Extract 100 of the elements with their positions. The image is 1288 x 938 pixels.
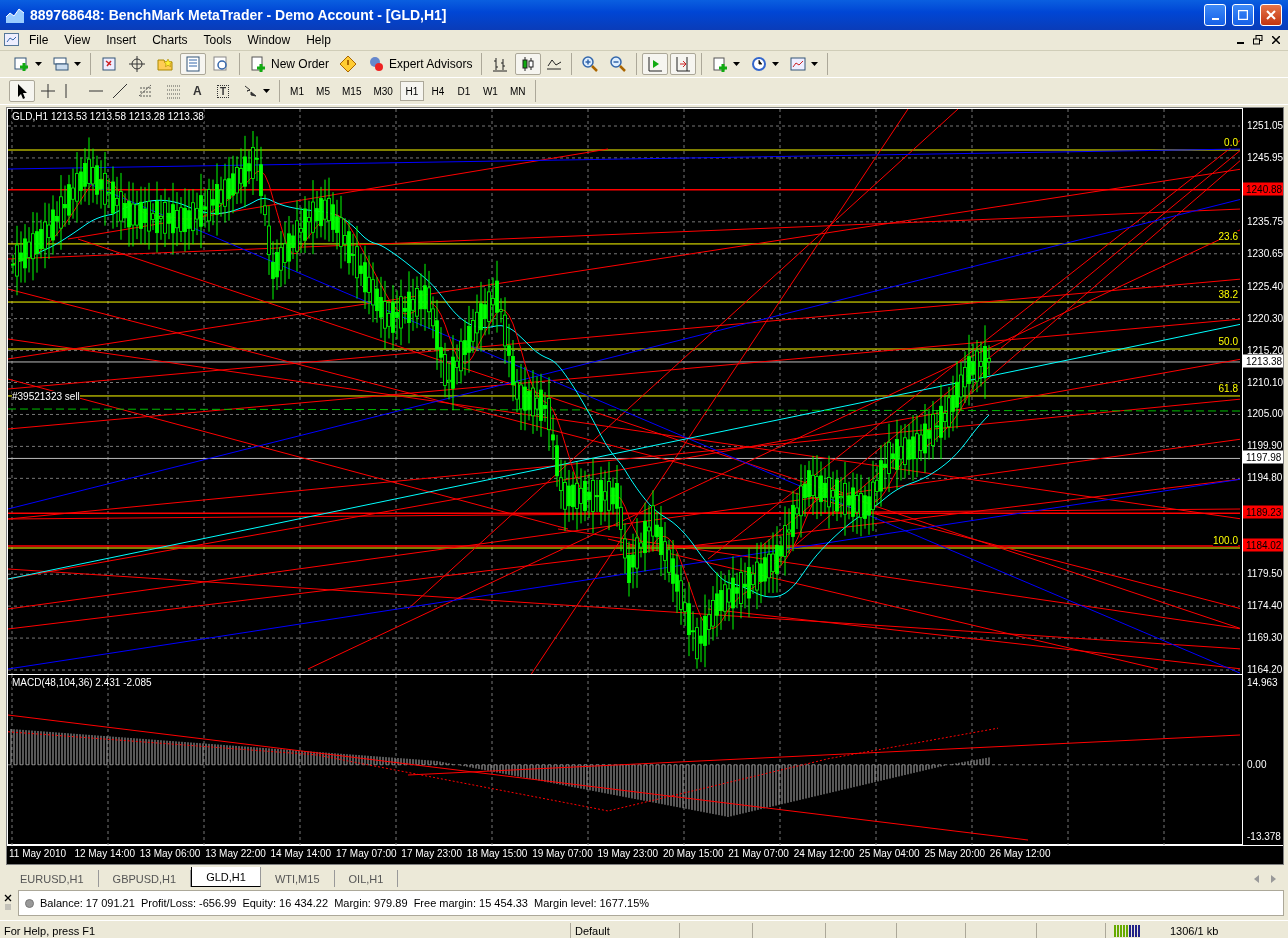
toolbar-button[interactable]: New Order — [245, 53, 333, 75]
fibonacci-level-label: 0.0 — [1224, 137, 1238, 148]
fibonacci-level-label: 23.6 — [1218, 230, 1238, 242]
price-tag: 1197.98 — [1243, 450, 1283, 464]
timeframe-button[interactable]: D1 — [451, 81, 476, 101]
toolbar-button[interactable]: Expert Advisors — [363, 53, 477, 75]
time-axis-label: 19 May 07:00 — [532, 847, 594, 861]
chartshift-icon — [674, 55, 693, 73]
text-tool[interactable]: A — [189, 80, 211, 102]
close-icon[interactable] — [4, 894, 12, 912]
chart-icon — [6, 7, 24, 23]
minimize-icon — [1211, 18, 1219, 20]
macd-label: MACD(48,104,36) 2.431 -2.085 — [12, 677, 152, 688]
right-arrow-icon — [1271, 875, 1276, 883]
menu-item[interactable]: Charts — [145, 31, 195, 49]
menu-item[interactable]: View — [57, 31, 98, 49]
caret-icon — [733, 62, 741, 66]
price-axis-label: 1251.05 — [1247, 119, 1284, 131]
price-tag: 1184.02 — [1243, 538, 1283, 552]
autotrading-icon — [339, 55, 357, 73]
price-axis-label: 1164.20 — [1247, 663, 1283, 675]
fibonacci-level-label: 100.0 — [1212, 535, 1238, 546]
restore-button[interactable] — [1250, 33, 1266, 47]
menu-item[interactable]: Help — [299, 31, 338, 49]
datawindow-button[interactable] — [180, 53, 206, 75]
traffic-text: 1306/1 kb — [1169, 924, 1220, 938]
caret-icon — [35, 62, 42, 66]
time-axis-label: 25 May 04:00 — [859, 847, 921, 861]
timeframe-button[interactable]: M1 — [285, 81, 309, 101]
menu-item[interactable]: Insert — [99, 31, 144, 49]
candles-button[interactable] — [515, 53, 542, 75]
timeframe-button[interactable]: W1 — [477, 81, 503, 101]
macd-axis-label: 0.00 — [1247, 758, 1267, 770]
chart-tab[interactable]: GLD,H1 — [191, 867, 261, 887]
time-axis-label: 24 May 12:00 — [793, 847, 856, 861]
chart-tab[interactable]: EURUSD,H1 — [6, 870, 99, 887]
menu-item[interactable]: File — [22, 31, 56, 49]
price-axis-label: 1179.50 — [1247, 567, 1283, 579]
timeframe-button[interactable]: H1 — [399, 81, 424, 101]
timeframe-button[interactable]: H4 — [425, 81, 450, 101]
indicators-icon — [711, 55, 730, 73]
time-axis-label: 25 May 20:00 — [924, 847, 987, 861]
chartshift-button[interactable] — [670, 53, 697, 75]
caret-icon — [263, 89, 270, 93]
textlabel-tool[interactable]: T — [213, 80, 235, 102]
order-label: #39521323 sell — [12, 391, 80, 403]
linechart-icon — [547, 58, 563, 70]
price-tag: 1189.23 — [1243, 505, 1283, 519]
navigator-icon — [128, 55, 146, 73]
price-axis-label: 1199.90 — [1247, 439, 1283, 451]
price-tag: 1240.88 — [1243, 182, 1283, 196]
timeframe-button[interactable]: M5 — [311, 81, 335, 101]
price-axis-label: 1205.00 — [1247, 407, 1284, 419]
time-axis-label: 13 May 22:00 — [205, 847, 267, 861]
chart-tab[interactable]: WTI,M15 — [260, 870, 335, 887]
price-axis-label: 1220.30 — [1247, 312, 1284, 324]
fibonacci-level-label: 50.0 — [1218, 336, 1238, 347]
price-axis-label: 1169.30 — [1247, 631, 1283, 643]
document-icon — [4, 33, 20, 47]
vline-icon — [65, 84, 67, 98]
account-summary: Balance: 17 091.21 Profit/Loss: -656.99 Equity: 16 434.22 Margin: 979.89 Free margin: 15 454.33 Margin level: 1677.15% — [40, 897, 650, 909]
time-axis-label: 13 May 06:00 — [139, 847, 202, 861]
time-axis-label: 17 May 07:00 — [335, 847, 398, 861]
timeframe-button[interactable]: MN — [504, 81, 531, 101]
price-axis-label: 1245.95 — [1247, 151, 1284, 163]
fibonacci-level-label: 61.8 — [1218, 382, 1238, 394]
timeframe-button[interactable]: M15 — [337, 81, 367, 101]
trendline-icon — [113, 84, 127, 98]
menu-item[interactable]: Tools — [196, 31, 239, 49]
time-axis-label: 18 May 15:00 — [466, 847, 529, 861]
window-title: 889768648: BenchMark MetaTrader - Demo Account - [GLD,H1] — [30, 7, 448, 23]
time-axis-label: 17 May 23:00 — [401, 847, 463, 861]
crosshair-icon — [41, 84, 55, 98]
bars-icon — [491, 55, 510, 73]
maximize-icon — [1238, 10, 1248, 20]
macd-axis-label: 14.963 — [1247, 676, 1278, 688]
maximize-button[interactable] — [1232, 4, 1254, 26]
macd-axis-label: -13.378 — [1247, 830, 1281, 842]
price-tag: 1213.38 — [1243, 354, 1283, 368]
price-axis-label: 1210.10 — [1247, 376, 1284, 387]
fibonacci-level-label: 38.2 — [1218, 289, 1238, 301]
neworder-icon — [249, 55, 267, 73]
hline-icon — [89, 90, 103, 92]
time-axis-label: 21 May 07:00 — [728, 847, 790, 861]
close-icon — [1272, 36, 1280, 44]
time-axis-label: 12 May 14:00 — [74, 847, 136, 861]
timeframe-button[interactable]: M30 — [368, 81, 398, 101]
periods-icon — [750, 55, 769, 73]
time-axis-label: 14 May 14:00 — [270, 847, 333, 861]
price-axis-label: 1174.40 — [1247, 599, 1283, 611]
minimize-icon — [1236, 42, 1244, 44]
autoscroll-button[interactable] — [642, 53, 669, 75]
time-axis-label: 11 May 2010 — [9, 847, 68, 861]
symbol-info: GLD,H1 1213.53 1213.58 1213.28 1213.38 — [12, 111, 204, 122]
price-axis-label: 1215.20 — [1247, 344, 1284, 356]
profiles-icon — [52, 55, 70, 73]
caret-icon — [772, 62, 780, 66]
menu-item[interactable]: Window — [240, 31, 298, 49]
chart-tab[interactable]: OIL,H1 — [334, 870, 399, 887]
cursor-tool[interactable] — [9, 80, 35, 102]
